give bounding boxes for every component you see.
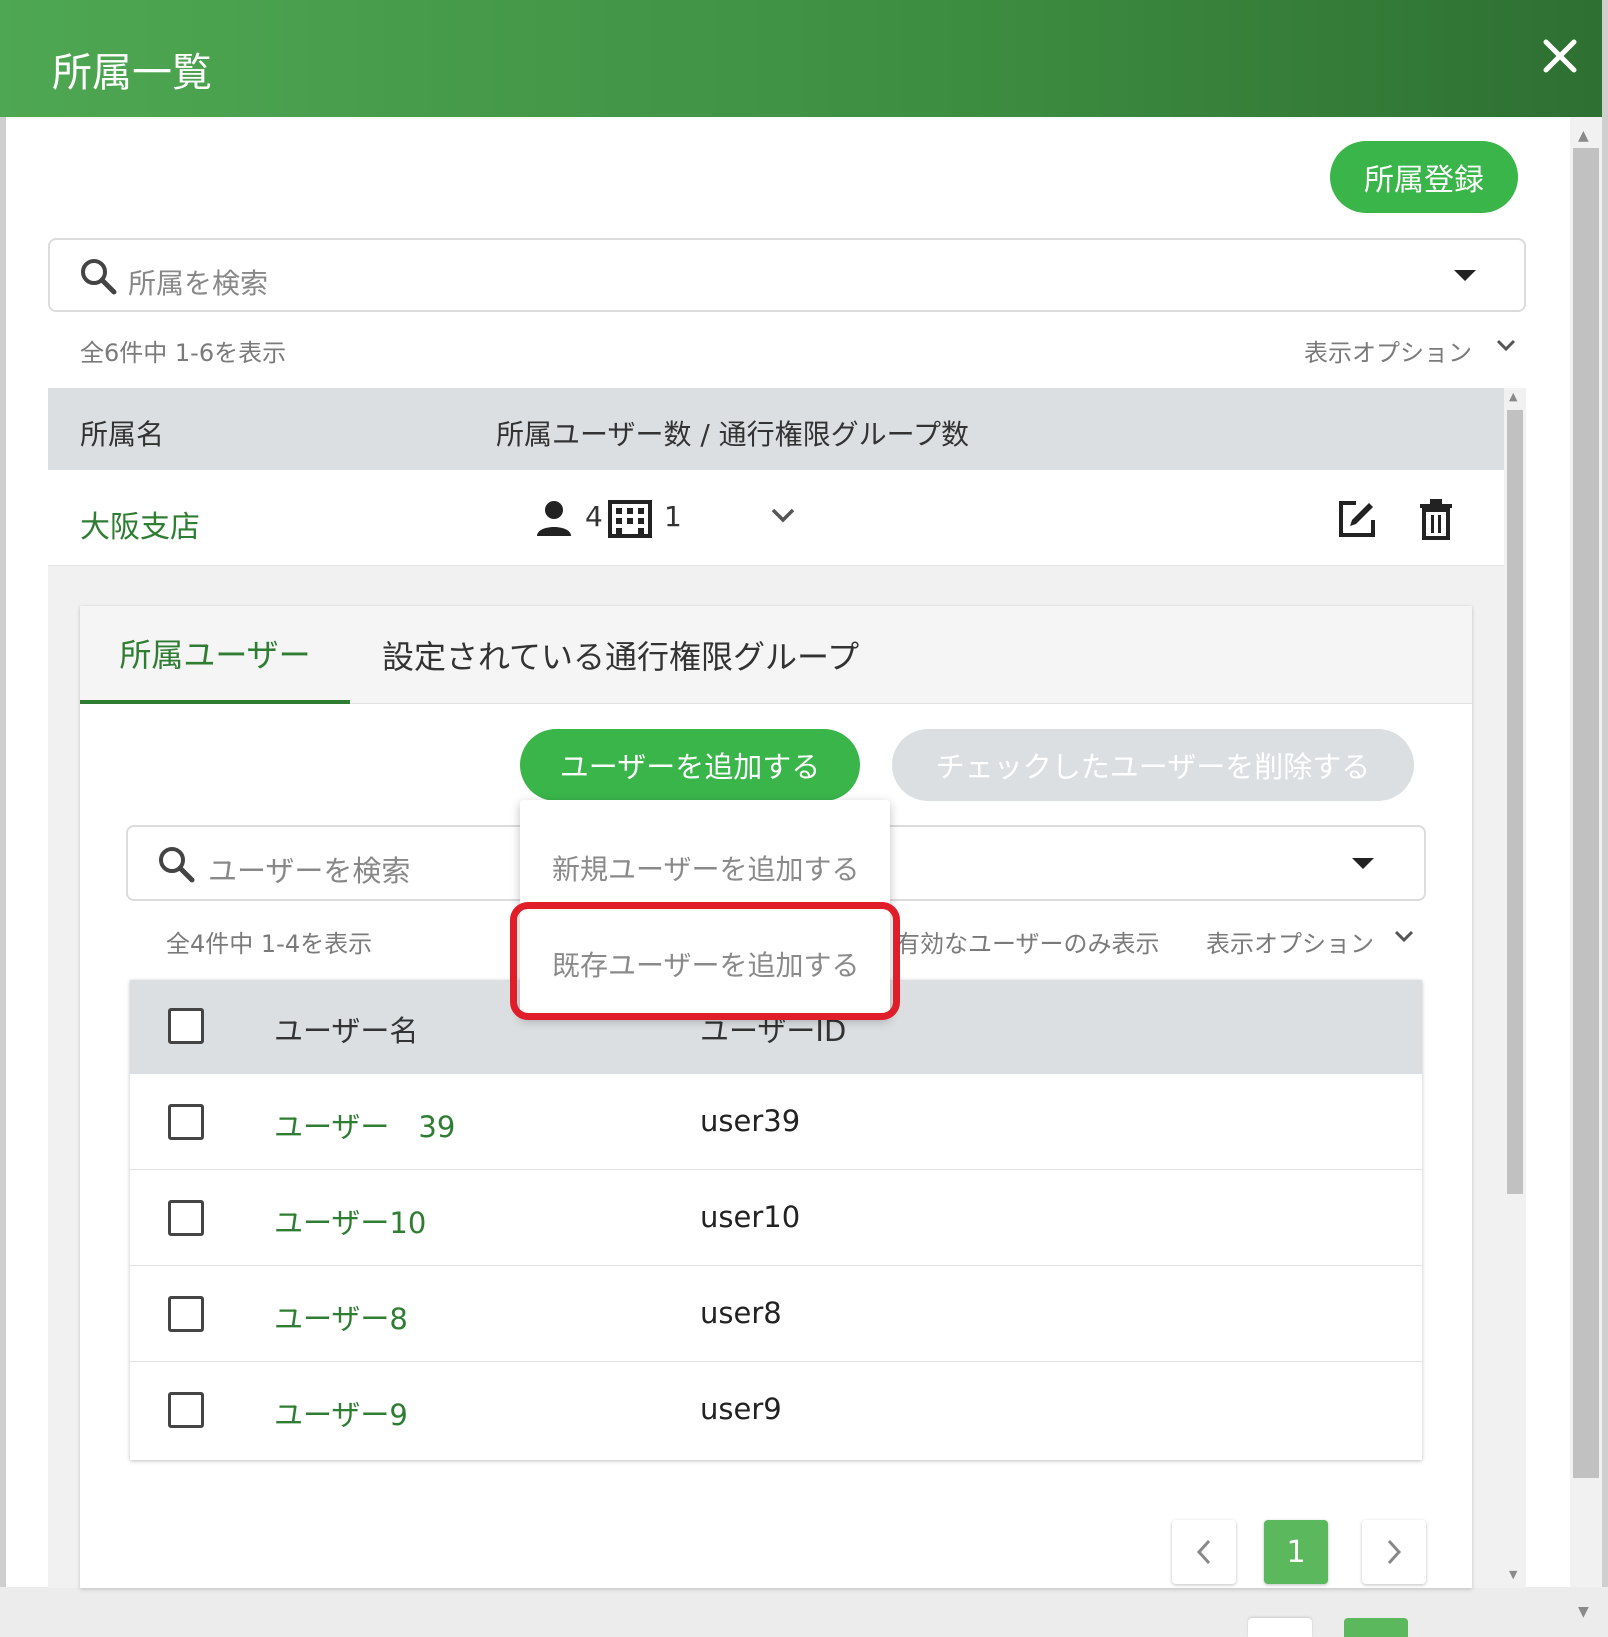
user-display-options-toggle[interactable]: 表示オプション — [1206, 924, 1374, 959]
list-scroll-down-icon[interactable]: ▼ — [1509, 1568, 1517, 1581]
modal-frame-left — [0, 117, 6, 1637]
user-name-link[interactable]: ユーザー10 — [274, 1200, 426, 1242]
building-icon — [608, 498, 652, 538]
group-count: 1 — [664, 500, 682, 533]
select-all-checkbox[interactable] — [168, 1008, 204, 1044]
user-result-count: 全4件中 1-4を表示 — [166, 930, 373, 958]
bottom-control-active[interactable] — [1344, 1618, 1408, 1637]
scroll-down-arrow-icon[interactable]: ▼ — [1578, 1604, 1589, 1620]
user-id: user10 — [700, 1200, 801, 1234]
chevron-right-icon — [1387, 1539, 1402, 1565]
user-name-link[interactable]: ユーザー8 — [274, 1296, 408, 1338]
chevron-down-icon[interactable] — [1392, 924, 1416, 954]
row-checkbox[interactable] — [168, 1104, 204, 1140]
search-placeholder: 所属を検索 — [128, 267, 269, 300]
add-user-button[interactable]: ユーザーを追加する — [520, 729, 860, 801]
scroll-up-arrow-icon[interactable]: ▲ — [1578, 128, 1589, 144]
tab-affiliated-users[interactable]: 所属ユーザー — [80, 606, 350, 704]
next-page-button[interactable] — [1362, 1520, 1426, 1584]
search-icon — [78, 256, 118, 296]
modal-scrollbar-thumb[interactable] — [1573, 148, 1599, 1478]
modal-header — [0, 0, 1608, 117]
menu-item-add-new-user[interactable]: 新規ユーザーを追加する — [552, 848, 859, 888]
prev-page-button[interactable] — [1172, 1520, 1236, 1584]
edit-icon[interactable] — [1336, 498, 1378, 540]
list-scrollbar-thumb[interactable] — [1507, 410, 1523, 1194]
row-checkbox[interactable] — [168, 1392, 204, 1428]
affiliation-search-input[interactable] — [48, 238, 1526, 312]
user-count: 4 — [585, 500, 603, 533]
modal-title: 所属一覧 — [52, 50, 212, 96]
column-header-name: 所属名 — [80, 418, 165, 451]
bottom-control[interactable] — [1248, 1618, 1312, 1637]
row-checkbox[interactable] — [168, 1296, 204, 1332]
chevron-left-icon — [1196, 1539, 1211, 1565]
close-icon[interactable] — [1538, 34, 1582, 78]
page-button-current[interactable]: 1 — [1264, 1520, 1328, 1584]
user-id: user9 — [700, 1392, 782, 1426]
caret-down-icon[interactable] — [1352, 858, 1374, 869]
user-name-link[interactable]: ユーザー9 — [274, 1392, 408, 1434]
user-id: user39 — [700, 1104, 801, 1138]
row-checkbox[interactable] — [168, 1200, 204, 1236]
column-header-counts: 所属ユーザー数 / 通行権限グループ数 — [496, 418, 969, 451]
affiliation-name-link[interactable]: 大阪支店 — [80, 502, 200, 546]
list-scroll-up-icon[interactable]: ▲ — [1509, 390, 1517, 403]
chevron-down-icon[interactable] — [1494, 333, 1518, 363]
user-id: user8 — [700, 1296, 782, 1330]
modal-frame-right — [1602, 0, 1608, 1637]
delete-checked-users-button[interactable]: チェックしたユーザーを削除する — [892, 729, 1414, 801]
valid-users-only-toggle[interactable]: 有効なユーザーのみ表示 — [896, 924, 1160, 959]
caret-down-icon[interactable] — [1454, 270, 1476, 281]
expand-chevron-icon[interactable] — [768, 500, 798, 530]
register-affiliation-button[interactable]: 所属登録 — [1330, 141, 1518, 213]
tab-access-groups[interactable]: 設定されている通行権限グループ — [382, 606, 859, 704]
person-icon — [534, 498, 574, 538]
trash-icon[interactable] — [1416, 498, 1456, 540]
display-options-toggle[interactable]: 表示オプション — [1304, 333, 1472, 368]
search-icon — [156, 844, 196, 884]
result-count: 全6件中 1-6を表示 — [80, 339, 287, 367]
user-name-link[interactable]: ユーザー 39 — [274, 1104, 455, 1146]
user-search-placeholder: ユーザーを検索 — [208, 854, 411, 888]
highlight-box — [510, 902, 900, 1020]
column-header-username: ユーザー名 — [274, 1014, 419, 1048]
